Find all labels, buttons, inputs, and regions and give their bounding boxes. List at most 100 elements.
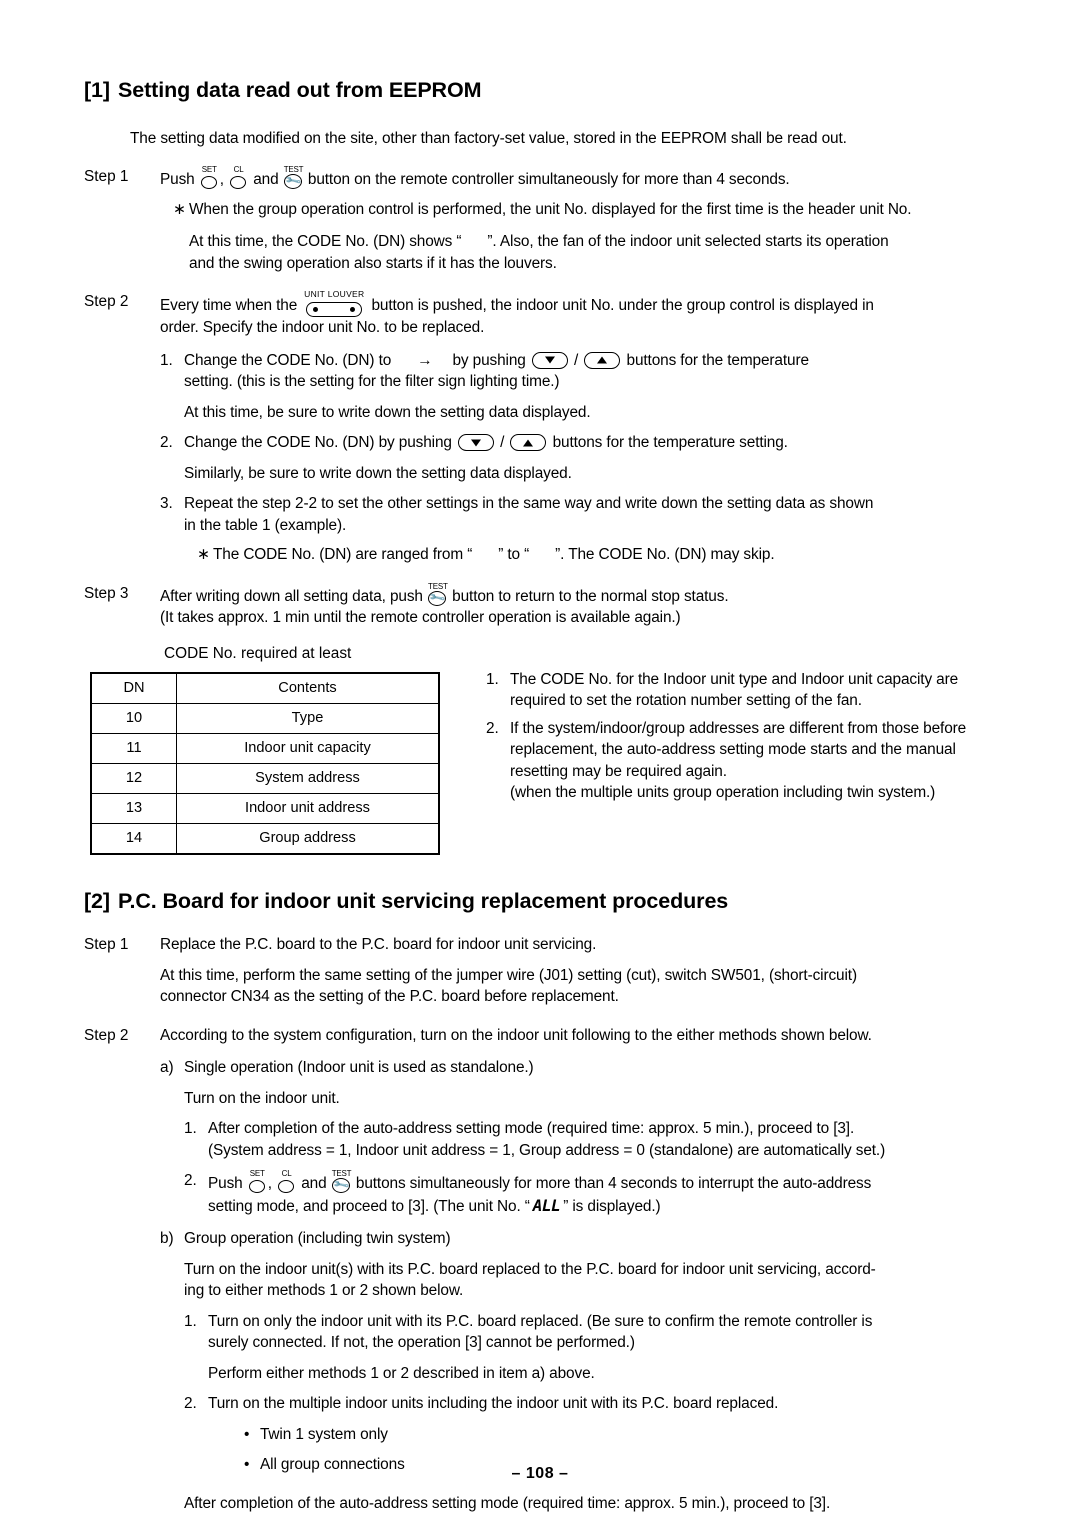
list-content: Single operation (Indoor unit is used as… — [184, 1057, 996, 1217]
asterisk-marker: ∗ — [197, 546, 210, 564]
triangle-down-icon — [544, 356, 555, 364]
s2-step-1-line-3: connector CN34 as the setting of the P.C… — [160, 988, 619, 1006]
step-1-body: Push SET, CL and TEST 🔧 button on the rem… — [160, 166, 996, 274]
option-b-line-2: Turn on the indoor unit(s) with its P.C.… — [184, 1260, 876, 1278]
set-button-icon: SET — [248, 1170, 267, 1194]
s2-step-2-label: Step 2 — [84, 1026, 129, 1044]
s2-step-1-line-1: Replace the P.C. board to the P.C. board… — [160, 936, 597, 954]
test-button-icon: TEST 🔧 — [428, 581, 448, 607]
option-b-item-1-line-1: Turn on only the indoor unit with its P.… — [208, 1312, 873, 1330]
table-left-column: CODE No. required at least DN Contents 1… — [84, 643, 474, 856]
cell-dn: 12 — [90, 763, 177, 795]
section-1-title: Setting data read out from EEPROM — [117, 78, 482, 102]
s2-step-1-row: Step 1 Replace the P.C. board to the P.C… — [84, 934, 996, 1008]
list-content: Turn on the multiple indoor units includ… — [208, 1393, 996, 1476]
option-a-item-2-line-2: setting mode, and proceed to [3]. (The u… — [208, 1195, 661, 1215]
cell-dn: 10 — [90, 703, 177, 735]
option-a-item-1: 1. After completion of the auto-address … — [184, 1118, 996, 1161]
step-3-line-2: (It takes approx. 1 min until the remote… — [160, 609, 681, 627]
option-a-item-1-line-2: (System address = 1, Indoor unit address… — [208, 1141, 886, 1159]
step-2-item-1: 1. Change the CODE No. (DN) to → by pushin… — [160, 350, 996, 424]
side-note-1-line-2: required to set the rotation number sett… — [510, 692, 862, 710]
side-note-1: 1. The CODE No. for the Indoor unit type… — [486, 669, 996, 712]
table-row: 13 Indoor unit address — [90, 793, 440, 825]
set-button-icon: SET — [200, 166, 219, 190]
item-3-note-line: The CODE No. (DN) are ranged from “” to … — [213, 546, 775, 564]
step-1-note-line-1: When the group operation control is perf… — [189, 200, 912, 218]
cell-dn: 13 — [90, 793, 177, 825]
bullet-dot: • — [244, 1425, 250, 1443]
step-1-note: ∗ When the group operation control is pe… — [173, 199, 996, 275]
step-2-row: Step 2 Every time when the UNIT LOUVER b… — [84, 289, 996, 566]
list-marker: 1. — [184, 1312, 197, 1330]
table-header-row: DN Contents — [90, 672, 440, 705]
bullet-label: Twin 1 system only — [260, 1425, 388, 1443]
option-a-line-2: Turn on the indoor unit. — [184, 1089, 340, 1107]
option-b-item-1: 1. Turn on only the indoor unit with its… — [184, 1311, 996, 1385]
list-content: Change the CODE No. (DN) by pushing / bu… — [184, 432, 996, 484]
step-1-note-body: When the group operation control is perf… — [189, 199, 996, 275]
oval-shape — [200, 176, 217, 190]
section-2: [2] P.C. Board for indoor unit servicing … — [84, 889, 996, 1525]
side-note-2-line-3: resetting may be required again. — [510, 762, 727, 780]
option-b-title: Group operation (including twin system) — [184, 1230, 451, 1248]
step-1-note-line-3: and the swing operation also starts if i… — [189, 254, 557, 272]
step-1-note-line-2: At this time, the CODE No. (DN) shows “”… — [189, 233, 889, 251]
option-b-closing: After completion of the auto-address set… — [184, 1494, 831, 1512]
s2-step-1-label: Step 1 — [84, 936, 129, 954]
triangle-up-icon — [523, 439, 534, 447]
table-row: 14 Group address — [90, 823, 440, 855]
side-note-2-line-2: replacement, the auto-address setting mo… — [510, 741, 956, 759]
option-a-item-2: 2. Push SET, CL and TEST 🔧 buttons simult… — [184, 1170, 996, 1217]
test-button-icon: TEST 🔧 — [283, 165, 304, 191]
table-row: 12 System address — [90, 763, 440, 795]
cl-button-icon: CL — [229, 166, 248, 190]
pill-shape — [306, 302, 363, 318]
item-2-line-1: Change the CODE No. (DN) by pushing / bu… — [184, 434, 788, 452]
table-row: 11 Indoor unit capacity — [90, 733, 440, 765]
section-2-title: P.C. Board for indoor unit servicing rep… — [117, 889, 729, 914]
list-marker: 3. — [160, 495, 173, 513]
temp-down-button-icon — [457, 434, 494, 452]
cell-dn: 11 — [90, 733, 177, 765]
item-3-line-2: in the table 1 (example). — [184, 516, 347, 534]
section-2-heading: [2] P.C. Board for indoor unit servicing … — [84, 889, 996, 915]
asterisk-marker: ∗ — [173, 200, 186, 218]
step-2-label: Step 2 — [84, 293, 129, 311]
cell-contents: Indoor unit capacity — [176, 733, 440, 765]
step-1-label: Step 1 — [84, 168, 129, 186]
unit-louver-button-icon: UNIT LOUVER — [303, 289, 365, 318]
s2-step-2-row: Step 2 According to the system configura… — [84, 1025, 996, 1525]
item-3-note-body: The CODE No. (DN) are ranged from “” to … — [213, 544, 996, 566]
manual-page: [1] Setting data read out from EEPROM The… — [0, 0, 1080, 1525]
side-note-2-line-1: If the system/indoor/group addresses are… — [510, 719, 967, 737]
oval-shape — [278, 1180, 295, 1194]
list-marker: 2. — [160, 434, 173, 452]
side-note-1-line-1: The CODE No. for the Indoor unit type an… — [510, 670, 959, 688]
list-content: Change the CODE No. (DN) to → by pushing /… — [184, 350, 996, 424]
cell-contents: System address — [176, 763, 440, 795]
lcd-all-display: ALL — [532, 1195, 561, 1215]
option-a-item-1-line-1: After completion of the auto-address set… — [208, 1120, 855, 1138]
list-marker: a) — [160, 1059, 174, 1077]
unit-louver-caption: UNIT LOUVER — [304, 289, 365, 300]
s2-step-2-lead: According to the system configuration, t… — [160, 1026, 872, 1044]
item-2-line-2: Similarly, be sure to write down the set… — [184, 464, 572, 482]
list-content: Repeat the step 2-2 to set the other set… — [184, 493, 996, 566]
step-2-item-list: 1. Change the CODE No. (DN) to → by pushin… — [160, 350, 996, 566]
temp-up-button-icon — [584, 351, 621, 369]
section-1-heading: [1] Setting data read out from EEPROM — [84, 78, 996, 104]
column-header-dn: DN — [90, 672, 177, 705]
list-content: After completion of the auto-address set… — [208, 1118, 996, 1161]
step-2-lead-line-1: Every time when the UNIT LOUVER button i… — [160, 289, 996, 318]
option-b-item-2: 2. Turn on the multiple indoor units inc… — [184, 1393, 996, 1476]
option-a: a) Single operation (Indoor unit is used… — [160, 1057, 996, 1217]
list-content: Push SET, CL and TEST 🔧 buttons simultane… — [208, 1170, 996, 1217]
table-row: 10 Type — [90, 703, 440, 735]
column-header-contents: Contents — [176, 672, 440, 705]
temp-down-button-icon — [531, 351, 568, 369]
triangle-up-icon — [597, 356, 608, 364]
item-1-line-3: At this time, be sure to write down the … — [184, 403, 591, 421]
oval-shape — [248, 1180, 265, 1194]
item-3-line-1: Repeat the step 2-2 to set the other set… — [184, 495, 874, 513]
